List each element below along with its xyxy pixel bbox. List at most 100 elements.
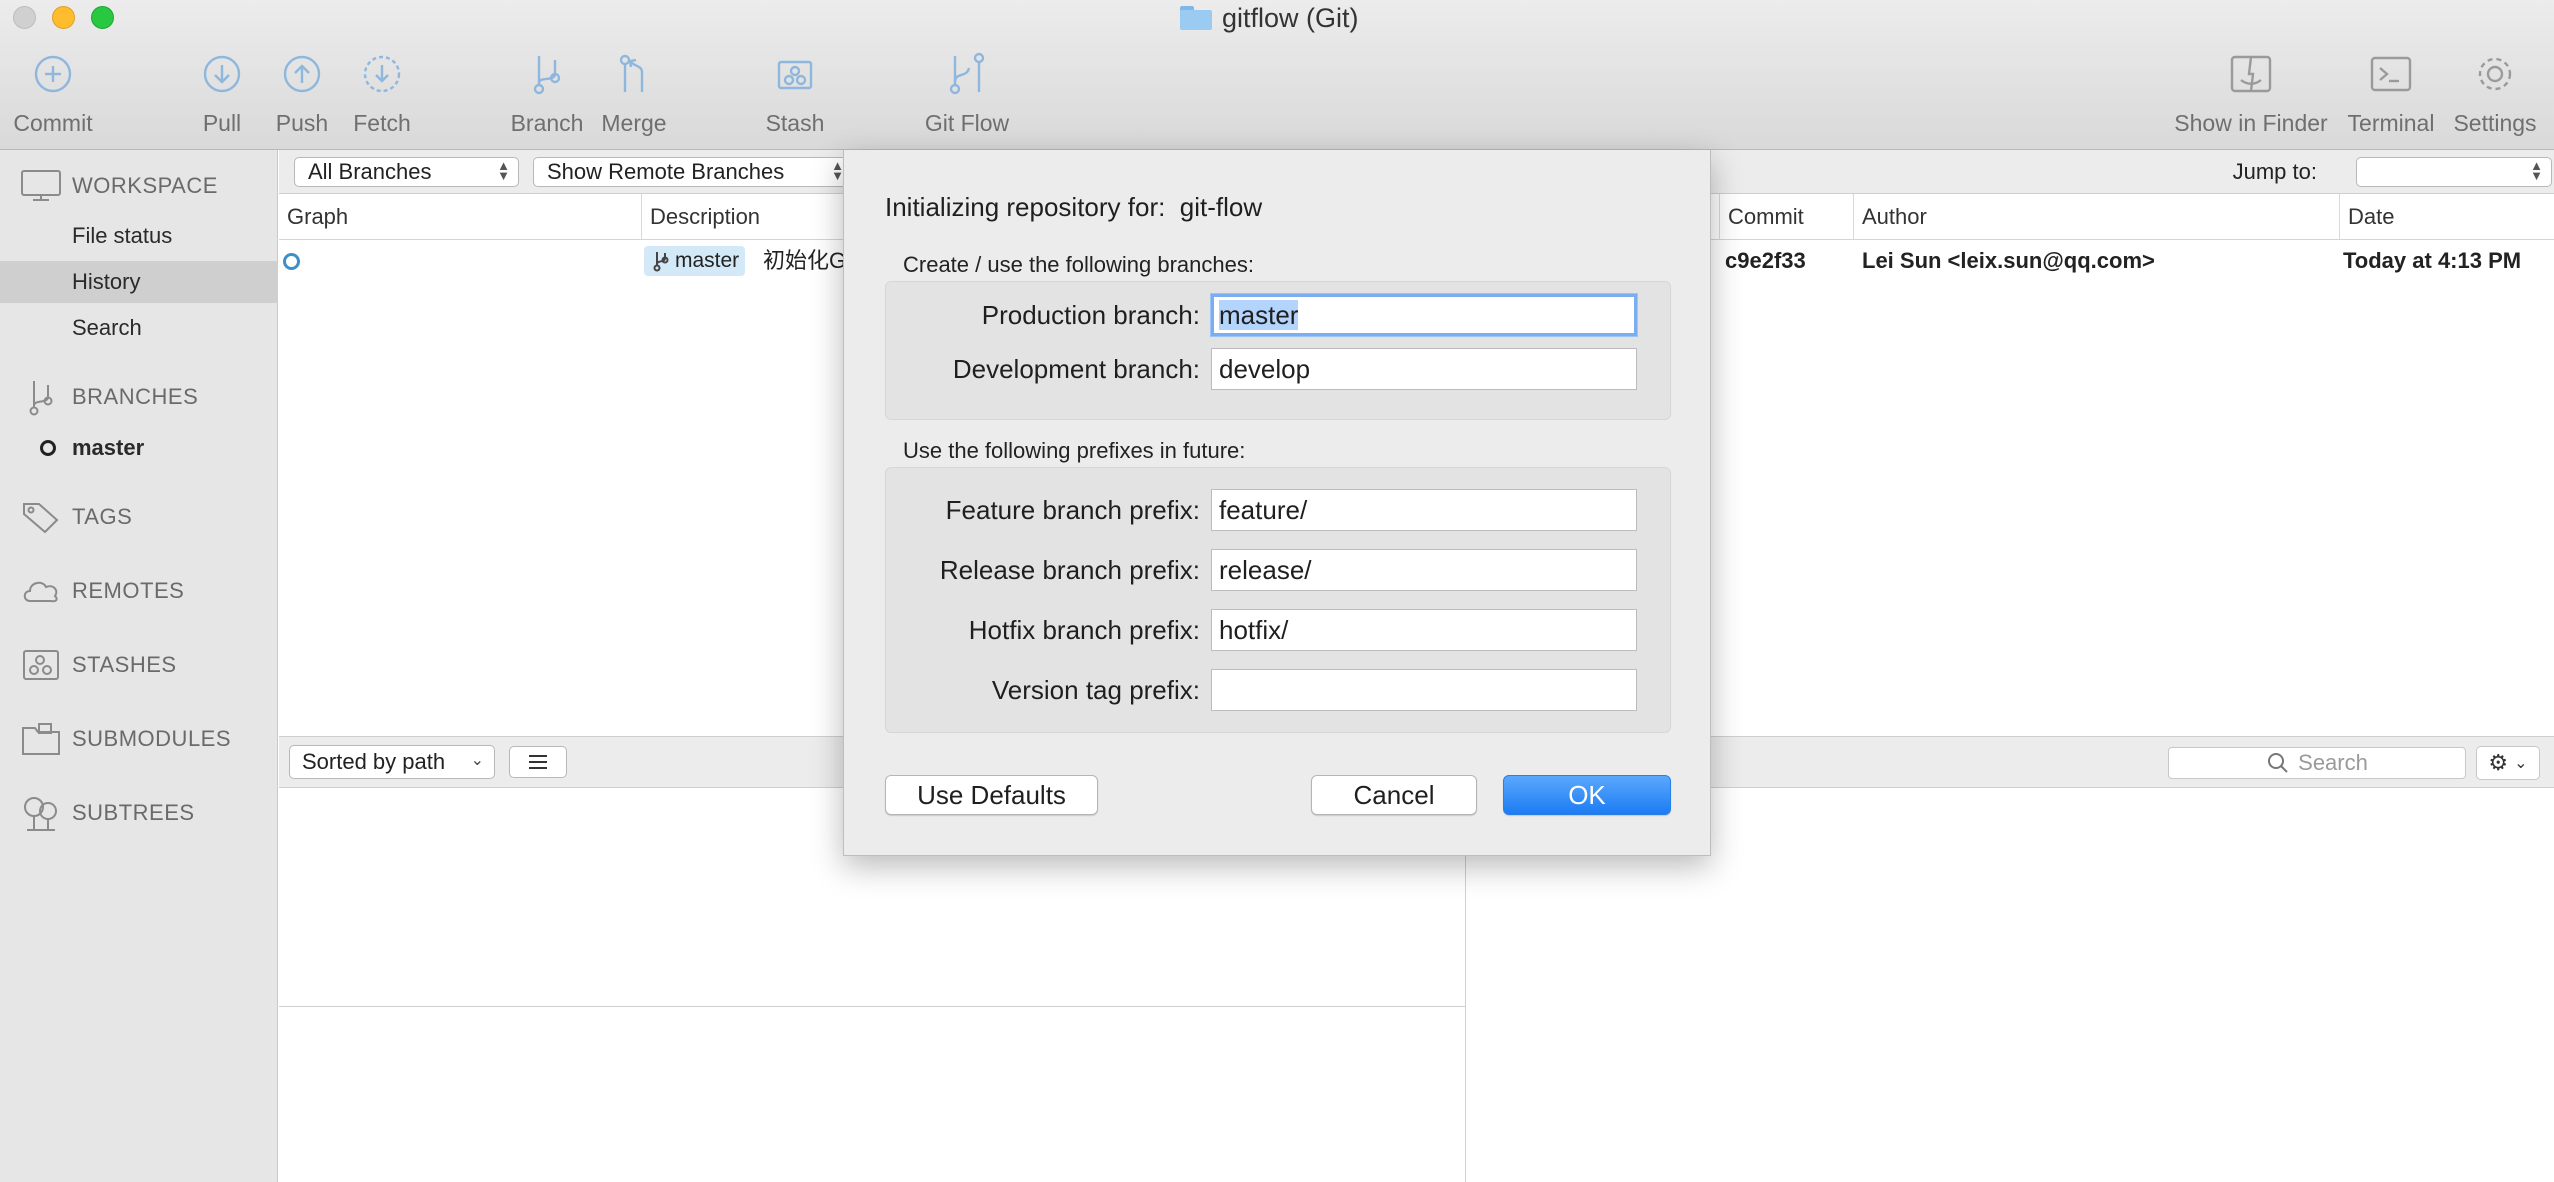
merge-button[interactable]: Merge (598, 50, 670, 137)
stash-icon (771, 50, 819, 98)
tag-icon (18, 499, 64, 535)
commit-graph-node (283, 253, 300, 270)
git-flow-icon (943, 50, 991, 98)
development-branch-input[interactable]: develop (1211, 348, 1637, 390)
feature-prefix-input[interactable]: feature/ (1211, 489, 1637, 531)
sidebar-section-remotes[interactable]: REMOTES (0, 569, 278, 613)
window-title-text: gitflow (Git) (1222, 2, 1359, 33)
terminal-icon (2367, 50, 2415, 98)
fetch-button[interactable]: Fetch (350, 50, 414, 137)
column-header-date[interactable]: Date (2339, 194, 2554, 240)
monitor-icon (18, 168, 64, 204)
search-icon (2268, 753, 2288, 773)
sidebar-item-file-status[interactable]: File status (0, 215, 278, 257)
branch-icon (653, 252, 669, 272)
sidebar-item-branch-master[interactable]: master (0, 427, 278, 469)
plus-circle-icon (29, 50, 77, 98)
feature-prefix-row: Feature branch prefix: feature/ (886, 489, 1672, 531)
branch-filter-select[interactable]: All Branches ▲ ▼ (294, 157, 519, 187)
commit-date: Today at 4:13 PM (2343, 248, 2522, 273)
use-defaults-button[interactable]: Use Defaults (885, 775, 1098, 815)
toolbar: gitflow (Git) Commit Pull Push Fetch Bra… (0, 0, 2554, 150)
production-branch-row: Production branch: master (886, 294, 1672, 336)
feature-prefix-label: Feature branch prefix: (945, 495, 1200, 525)
cloud-icon (18, 573, 64, 609)
commit-author: Lei Sun <leix.sun@qq.com> (1862, 248, 2155, 273)
sidebar-item-search[interactable]: Search (0, 307, 278, 349)
folder-icon (1180, 6, 1212, 30)
current-branch-indicator (40, 440, 56, 456)
window-title: gitflow (Git) (1180, 0, 1359, 36)
ok-button[interactable]: OK (1503, 775, 1671, 815)
sort-select[interactable]: Sorted by path ⌄ (289, 745, 495, 779)
prefixes-group: Feature branch prefix: feature/ Release … (885, 467, 1671, 733)
list-icon (529, 755, 547, 769)
options-menu-button[interactable]: ⚙ ⌄ (2476, 746, 2540, 780)
upload-circle-icon (278, 50, 326, 98)
download-circle-icon (198, 50, 246, 98)
commit-description: 初始化G (763, 248, 847, 273)
column-header-author[interactable]: Author (1853, 194, 2339, 240)
branch-icon (18, 379, 64, 416)
version-tag-prefix-row: Version tag prefix: (886, 669, 1672, 711)
sidebar-section-stashes[interactable]: STASHES (0, 643, 278, 687)
sidebar-section-subtrees[interactable]: SUBTREES (0, 791, 278, 835)
git-flow-button[interactable]: Git Flow (920, 50, 1014, 137)
close-window-button[interactable] (13, 6, 36, 29)
release-prefix-label: Release branch prefix: (939, 555, 1200, 585)
branch-icon (523, 50, 571, 98)
version-tag-prefix-input[interactable] (1211, 669, 1637, 711)
commit-hash: c9e2f33 (1725, 248, 1806, 273)
column-header-commit[interactable]: Commit (1719, 194, 1853, 240)
tree-icon (18, 795, 64, 831)
dialog-title: Initializing repository for: git-flow (885, 192, 1263, 222)
file-search-input[interactable]: Search (2168, 747, 2466, 779)
sidebar-section-submodules[interactable]: SUBMODULES (0, 717, 278, 761)
column-header-graph[interactable]: Graph (279, 194, 642, 240)
gear-icon (2471, 50, 2519, 98)
stash-button[interactable]: Stash (762, 50, 828, 137)
release-prefix-input[interactable]: release/ (1211, 549, 1637, 591)
push-button[interactable]: Push (274, 50, 330, 137)
pane-divider[interactable] (279, 1006, 1466, 1007)
minimize-window-button[interactable] (52, 6, 75, 29)
sidebar-section-tags[interactable]: TAGS (0, 495, 278, 539)
show-in-finder-button[interactable]: Show in Finder (2174, 50, 2328, 137)
jump-to-select[interactable]: ▲ ▼ (2356, 157, 2552, 187)
list-view-button[interactable] (509, 746, 567, 778)
stash-icon (18, 647, 64, 683)
production-branch-input[interactable]: master (1211, 294, 1637, 336)
up-down-chevron-icon: ▲ ▼ (497, 158, 510, 183)
development-branch-label: Development branch: (952, 354, 1200, 384)
fetch-circle-icon (358, 50, 406, 98)
version-tag-prefix-label: Version tag prefix: (991, 675, 1200, 705)
branch-button[interactable]: Branch (508, 50, 586, 137)
sidebar-section-branches[interactable]: BRANCHES (0, 375, 278, 419)
hotfix-prefix-input[interactable]: hotfix/ (1211, 609, 1637, 651)
merge-icon (610, 50, 658, 98)
gear-icon: ⚙ (2488, 750, 2509, 775)
cancel-button[interactable]: Cancel (1311, 775, 1477, 815)
production-branch-label: Production branch: (981, 300, 1200, 330)
branches-group-label: Create / use the following branches: (903, 252, 1254, 277)
terminal-button[interactable]: Terminal (2344, 50, 2438, 137)
sidebar-section-workspace[interactable]: WORKSPACE (0, 164, 278, 208)
commit-button[interactable]: Commit (6, 50, 100, 137)
finder-icon (2227, 50, 2275, 98)
hotfix-prefix-label: Hotfix branch prefix: (968, 615, 1200, 645)
chevron-down-icon: ⌄ (2514, 755, 2528, 772)
branch-tag-badge: master (644, 246, 746, 276)
remote-branches-select[interactable]: Show Remote Branches ▲ ▼ (533, 157, 853, 187)
up-down-chevron-icon: ▲ ▼ (2530, 158, 2543, 183)
git-flow-init-dialog: Initializing repository for: git-flow Cr… (843, 150, 1711, 856)
submodule-folder-icon (18, 721, 64, 757)
pull-button[interactable]: Pull (196, 50, 248, 137)
jump-to-label: Jump to: (2232, 159, 2317, 184)
branches-group: Production branch: master Development br… (885, 281, 1671, 420)
prefixes-group-label: Use the following prefixes in future: (903, 438, 1246, 463)
zoom-window-button[interactable] (91, 6, 114, 29)
sidebar-item-history[interactable]: History (0, 261, 278, 303)
settings-button[interactable]: Settings (2448, 50, 2542, 137)
chevron-down-icon: ⌄ (470, 752, 484, 769)
sidebar: WORKSPACE File status History Search BRA… (0, 150, 278, 1182)
